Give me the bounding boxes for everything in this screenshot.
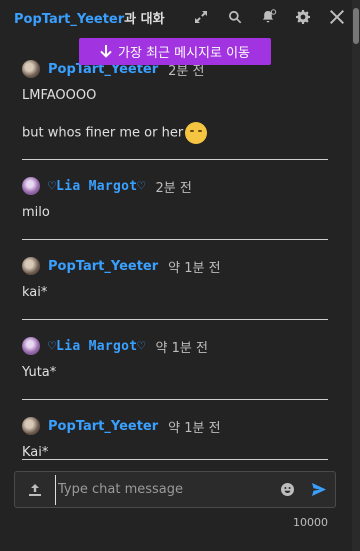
send-icon[interactable] [303,471,335,508]
avatar[interactable] [22,417,40,435]
emoji-picker-icon[interactable] [271,471,303,508]
message-item: ♡Lia Margot♡ 2분 전 milo [22,176,328,222]
avatar[interactable] [22,60,40,78]
arrow-down-icon [100,45,112,58]
chat-message-input[interactable] [55,474,271,505]
message-username[interactable]: ♡Lia Margot♡ [48,339,146,354]
header-actions [184,0,360,34]
message-text: but whos finer me or her [22,125,184,141]
chat-title-username[interactable]: PopTart_Yeeter [14,12,124,27]
chat-composer [14,471,336,508]
message-feed[interactable]: PopTart_Yeeter 2분 전 LMFAOOOO but whos fi… [0,56,352,461]
message-time: 2분 전 [155,180,192,196]
jump-to-latest-button[interactable]: 가장 최근 메시지로 이동 [79,38,271,65]
message-item: PopTart_Yeeter 약 1분 전 Kai* [22,416,328,461]
bell-icon[interactable] [252,0,286,34]
chat-title: PopTart_Yeeter과 대화 [14,8,165,27]
message-divider [22,239,328,240]
message-text: kai* [22,285,48,300]
upload-icon[interactable] [15,471,55,508]
message-username[interactable]: PopTart_Yeeter [48,259,158,274]
message-text: Yuta* [22,365,57,380]
message-item: PopTart_Yeeter 2분 전 LMFAOOOO but whos fi… [22,59,328,144]
search-icon[interactable] [218,0,252,34]
message-time: 약 1분 전 [155,340,208,356]
expand-icon[interactable] [184,0,218,34]
message-item: PopTart_Yeeter 약 1분 전 kai* [22,256,328,302]
message-divider [22,459,328,460]
message-time: 약 1분 전 [168,420,221,436]
scrollbar[interactable] [352,0,360,551]
message-divider [22,159,328,160]
gear-icon[interactable] [286,0,320,34]
avatar[interactable] [22,177,40,195]
message-divider [22,319,328,320]
message-text-with-emoji: but whos finer me or her [22,122,328,144]
jump-to-latest-label: 가장 최근 메시지로 이동 [118,46,250,61]
message-text: milo [22,205,50,220]
message-username[interactable]: ♡Lia Margot♡ [48,179,146,194]
message-text: LMFAOOOO [22,88,97,103]
avatar[interactable] [22,257,40,275]
message-item: ♡Lia Margot♡ 약 1분 전 Yuta* [22,336,328,382]
scrollbar-thumb[interactable] [353,8,359,44]
close-icon[interactable] [320,0,354,34]
char-limit-counter: 10000 [293,516,328,529]
message-divider [22,399,328,400]
message-username[interactable]: PopTart_Yeeter [48,419,158,434]
chat-title-suffix: 과 대화 [124,11,165,27]
pensive-face-emoji-icon [185,122,208,144]
avatar[interactable] [22,337,40,355]
message-time: 약 1분 전 [168,260,221,276]
